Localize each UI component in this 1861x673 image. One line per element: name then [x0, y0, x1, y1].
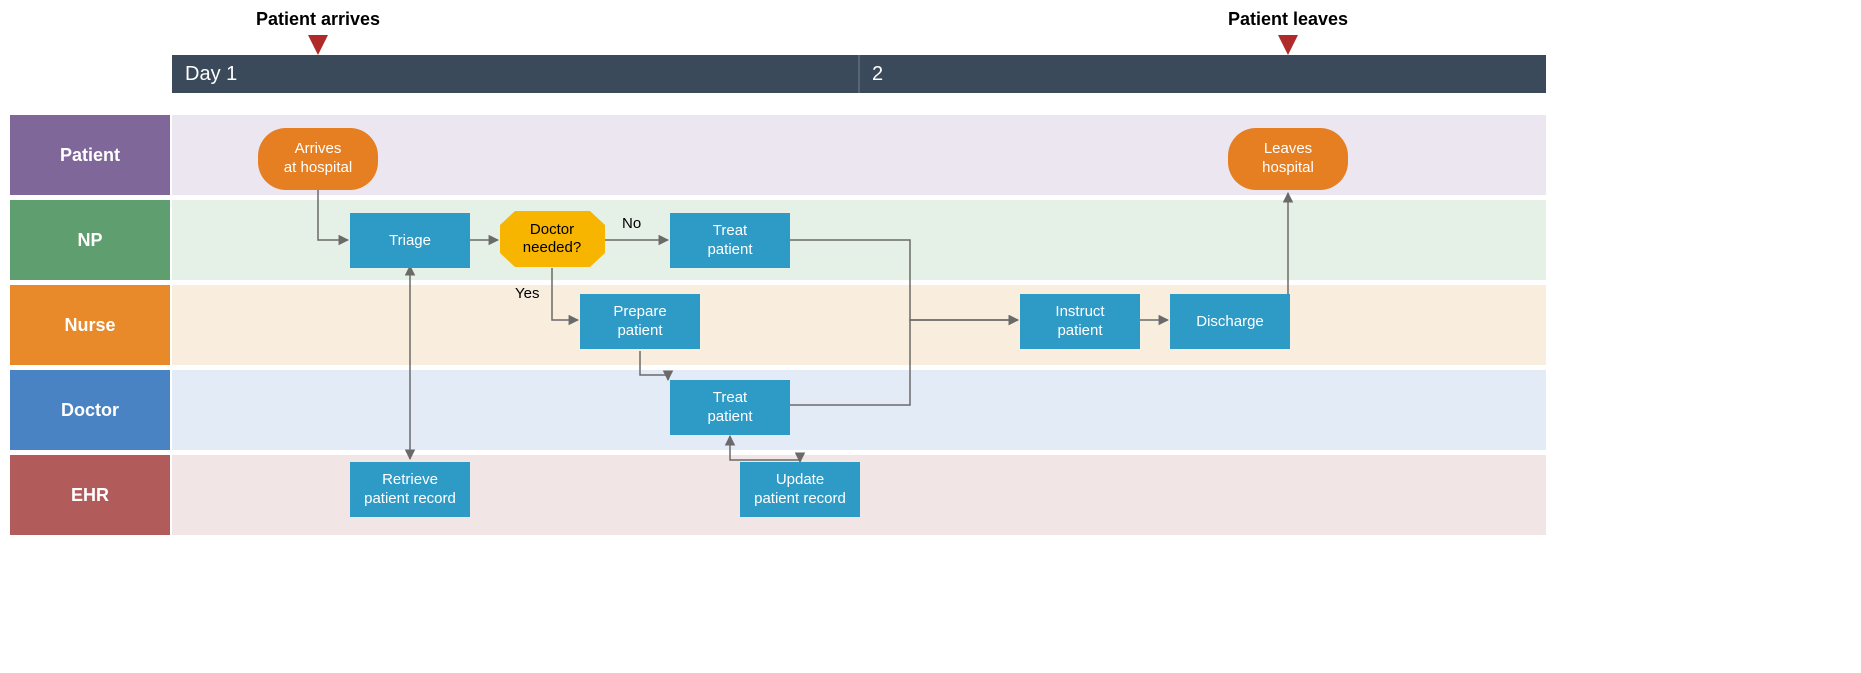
node-treat-np: Treat patient [670, 213, 790, 268]
milestone-leave: Patient leaves [1228, 9, 1348, 55]
lane-doctor-header: Doctor [10, 370, 170, 450]
lane-np-header: NP [10, 200, 170, 280]
milestone-leave-label: Patient leaves [1228, 9, 1348, 29]
node-instruct: Instruct patient [1020, 294, 1140, 349]
lane-doctor-label: Doctor [61, 400, 119, 420]
node-leaves: Leaves hospital [1228, 128, 1348, 190]
node-doctor-needed: Doctor needed? [500, 211, 605, 267]
node-arrives-l1: Arrives [295, 140, 342, 157]
node-update-l2: patient record [754, 490, 846, 507]
timeline-day2: 2 [872, 63, 883, 85]
lane-np-label: NP [77, 230, 102, 250]
edge-yes: Yes [515, 285, 539, 302]
milestone-arrive-label: Patient arrives [256, 9, 380, 29]
lane-ehr-header: EHR [10, 455, 170, 535]
node-update-l1: Update [776, 471, 824, 488]
timeline-day1: Day 1 [185, 63, 237, 85]
lane-nurse-header: Nurse [10, 285, 170, 365]
node-prepare-l1: Prepare [613, 303, 666, 320]
lane-patient-header: Patient [10, 115, 170, 195]
node-treat-dr-l2: patient [707, 408, 753, 425]
node-instruct-l1: Instruct [1055, 303, 1105, 320]
node-treat-doctor: Treat patient [670, 380, 790, 435]
timeline-bar: Day 1 2 [172, 55, 1546, 93]
node-discharge-label: Discharge [1196, 313, 1264, 330]
node-treat-dr-l1: Treat [713, 389, 748, 406]
node-leaves-l1: Leaves [1264, 140, 1312, 157]
node-decision-l2: needed? [523, 239, 581, 256]
node-prepare: Prepare patient [580, 294, 700, 349]
node-decision-l1: Doctor [530, 221, 574, 238]
node-arrives: Arrives at hospital [258, 128, 378, 190]
lane-nurse-label: Nurse [64, 315, 115, 335]
milestone-arrive: Patient arrives [256, 9, 380, 55]
node-retrieve: Retrieve patient record [350, 462, 470, 517]
node-discharge: Discharge [1170, 294, 1290, 349]
node-prepare-l2: patient [617, 322, 663, 339]
node-triage-label: Triage [389, 232, 431, 249]
node-instruct-l2: patient [1057, 322, 1103, 339]
node-retrieve-l2: patient record [364, 490, 456, 507]
lane-ehr-label: EHR [71, 485, 109, 505]
node-retrieve-l1: Retrieve [382, 471, 438, 488]
lane-patient-label: Patient [60, 145, 120, 165]
lane-doctor-bg [172, 370, 1546, 450]
node-treat-np-l1: Treat [713, 222, 748, 239]
node-update: Update patient record [740, 462, 860, 517]
node-arrives-l2: at hospital [284, 159, 352, 176]
lane-nurse-bg [172, 285, 1546, 365]
node-triage: Triage [350, 213, 470, 268]
swimlane-diagram: Patient NP Nurse Doctor EHR Day 1 2 Pati… [0, 0, 1861, 673]
node-treat-np-l2: patient [707, 241, 753, 258]
node-leaves-l2: hospital [1262, 159, 1314, 176]
edge-no: No [622, 215, 641, 232]
